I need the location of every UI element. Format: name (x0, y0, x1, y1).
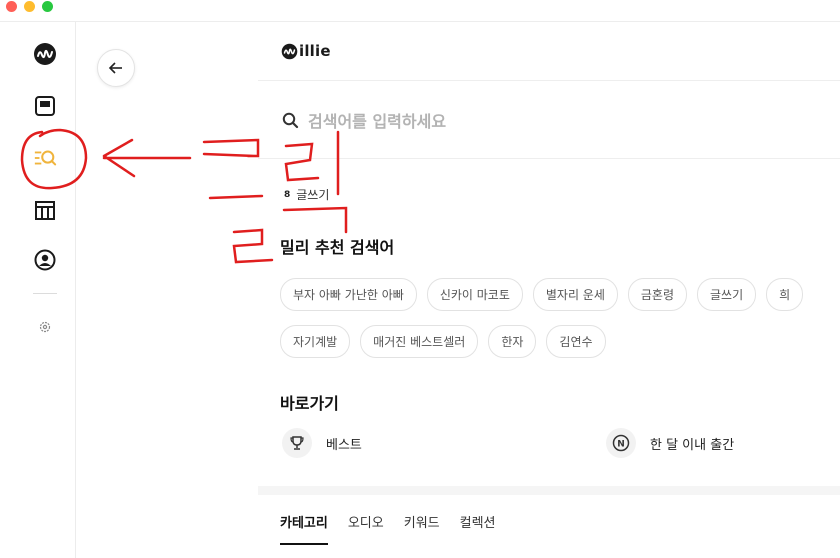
search-input[interactable]: 검색어를 입력하세요 (308, 108, 446, 132)
recommended-title: 밀리 추천 검색어 (280, 238, 395, 257)
header-divider (258, 80, 840, 81)
section-separator (258, 486, 840, 495)
close-window-button[interactable] (6, 1, 17, 12)
settings-icon[interactable] (33, 315, 57, 339)
search-nav-icon[interactable] (33, 146, 57, 170)
millie-mark-icon (281, 43, 298, 59)
recent-term[interactable]: 글쓰기 (296, 186, 329, 203)
keyword-chip[interactable]: 희 (766, 278, 804, 311)
back-button[interactable] (97, 49, 135, 87)
keyword-chip[interactable]: 글쓰기 (697, 278, 757, 311)
millie-logo-icon[interactable] (33, 42, 57, 66)
minimize-window-button[interactable] (24, 1, 35, 12)
app-window: illie 검색어를 입력하세요 8 글쓰기 밀리 추천 검색어 부자 아빠 가… (0, 0, 840, 558)
shortcut-best[interactable]: 베스트 (282, 428, 362, 458)
maximize-window-button[interactable] (42, 1, 53, 12)
search-divider (258, 158, 840, 159)
arrow-left-icon (108, 62, 122, 74)
new-badge-icon: N (606, 428, 636, 458)
shortcuts-title: 바로가기 (280, 394, 339, 413)
sidebar (0, 22, 76, 558)
category-tabs: 카테고리 오디오 키워드 컬렉션 (280, 512, 496, 545)
library-icon[interactable] (33, 94, 57, 118)
keyword-chip[interactable]: 매거진 베스트셀러 (360, 325, 479, 358)
keyword-chip[interactable]: 금혼령 (627, 278, 688, 311)
tab-collection[interactable]: 컬렉션 (460, 512, 496, 545)
annotation-text-rik (282, 130, 348, 234)
bookstore-icon[interactable] (33, 198, 57, 222)
tab-category[interactable]: 카테고리 (280, 512, 328, 545)
annotation-arrow (102, 138, 192, 178)
profile-icon[interactable] (33, 248, 57, 272)
search-field[interactable]: 검색어를 입력하세요 (282, 108, 446, 132)
titlebar-divider (0, 21, 840, 22)
keyword-chip[interactable]: 자기계발 (280, 325, 351, 358)
keyword-chip[interactable]: 신카이 마코토 (426, 278, 523, 311)
trophy-icon (282, 428, 312, 458)
recommended-row-1: 부자 아빠 가난한 아빠 신카이 마코토 별자리 운세 금혼령 글쓰기 희 (280, 278, 804, 311)
logo-text: illie (299, 42, 331, 60)
recent-count: 8 (284, 189, 291, 200)
keyword-chip[interactable]: 부자 아빠 가난한 아빠 (280, 278, 417, 311)
search-icon (282, 112, 299, 128)
brand-logo[interactable]: illie (281, 42, 331, 60)
annotation-text-keu (202, 138, 264, 200)
window-controls (6, 1, 53, 12)
keyword-chip[interactable]: 한자 (488, 325, 537, 358)
tab-keyword[interactable]: 키워드 (404, 512, 440, 545)
recommended-row-2: 자기계발 매거진 베스트셀러 한자 김연수 (280, 325, 606, 358)
shortcut-label: 베스트 (326, 437, 362, 453)
recent-search[interactable]: 8 글쓰기 (284, 186, 329, 203)
tab-audio[interactable]: 오디오 (348, 512, 384, 545)
sidebar-divider (33, 293, 57, 294)
shortcut-label: 한 달 이내 출간 (650, 437, 735, 453)
annotation-step2 (232, 228, 274, 264)
keyword-chip[interactable]: 별자리 운세 (532, 278, 618, 311)
keyword-chip[interactable]: 김연수 (546, 325, 606, 358)
shortcut-new[interactable]: N 한 달 이내 출간 (606, 428, 734, 458)
new-badge-letter: N (617, 440, 625, 450)
